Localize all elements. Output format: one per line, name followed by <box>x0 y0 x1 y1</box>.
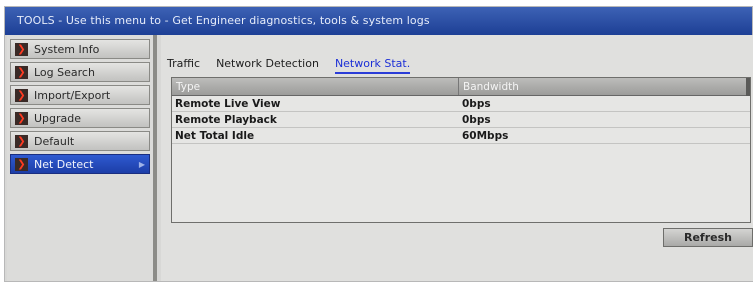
sidebar-item-log-search[interactable]: ❯ Log Search <box>10 62 150 82</box>
chevron-right-icon: ❯ <box>15 65 28 79</box>
main-content: Traffic Network Detection Network Stat. … <box>161 35 753 281</box>
cell-type: Remote Live View <box>175 98 281 110</box>
submenu-arrow-icon: ▶ <box>138 159 145 169</box>
cell-bandwidth: 0bps <box>462 98 491 110</box>
cell-type: Remote Playback <box>175 114 277 126</box>
scrollbar[interactable] <box>746 78 750 96</box>
tab-network-detection[interactable]: Network Detection <box>216 55 319 74</box>
sidebar-item-system-info[interactable]: ❯ System Info <box>10 39 150 59</box>
sidebar-item-upgrade[interactable]: ❯ Upgrade <box>10 108 150 128</box>
table-row[interactable]: Remote Live View 0bps <box>172 96 750 112</box>
network-stat-table: Type Bandwidth Remote Live View 0bps Rem… <box>171 77 751 223</box>
window-title: TOOLS - Use this menu to - Get Engineer … <box>5 7 752 35</box>
refresh-button[interactable]: Refresh <box>663 228 753 247</box>
table-header: Type Bandwidth <box>172 78 750 96</box>
sidebar-item-label: Upgrade <box>34 111 82 125</box>
sidebar-item-label: Default <box>34 134 75 148</box>
tab-network-stat[interactable]: Network Stat. <box>334 55 411 74</box>
table-row[interactable]: Net Total Idle 60Mbps <box>172 128 750 144</box>
cell-bandwidth: 60Mbps <box>462 130 509 142</box>
chevron-right-icon: ❯ <box>15 134 28 148</box>
chevron-right-icon: ❯ <box>15 42 28 56</box>
sidebar-item-import-export[interactable]: ❯ Import/Export <box>10 85 150 105</box>
sidebar: ❯ System Info ❯ Log Search ❯ Import/Expo… <box>7 35 157 281</box>
column-header-type: Type <box>172 78 459 95</box>
cell-bandwidth: 0bps <box>462 114 491 126</box>
sidebar-item-label: System Info <box>34 42 100 56</box>
sidebar-item-label: Log Search <box>34 65 95 79</box>
chevron-right-icon: ❯ <box>15 88 28 102</box>
tab-bar: Traffic Network Detection Network Stat. <box>167 55 411 74</box>
chevron-right-icon: ❯ <box>15 111 28 125</box>
table-row[interactable]: Remote Playback 0bps <box>172 112 750 128</box>
sidebar-item-label: Import/Export <box>34 88 111 102</box>
tools-window: TOOLS - Use this menu to - Get Engineer … <box>4 6 753 282</box>
column-header-bandwidth: Bandwidth <box>463 81 519 93</box>
sidebar-item-default[interactable]: ❯ Default <box>10 131 150 151</box>
chevron-right-icon: ❯ <box>15 157 28 171</box>
sidebar-item-label: Net Detect <box>34 157 94 171</box>
sidebar-item-net-detect[interactable]: ❯ Net Detect ▶ <box>10 154 150 174</box>
cell-type: Net Total Idle <box>175 130 255 142</box>
tab-traffic[interactable]: Traffic <box>167 55 200 74</box>
